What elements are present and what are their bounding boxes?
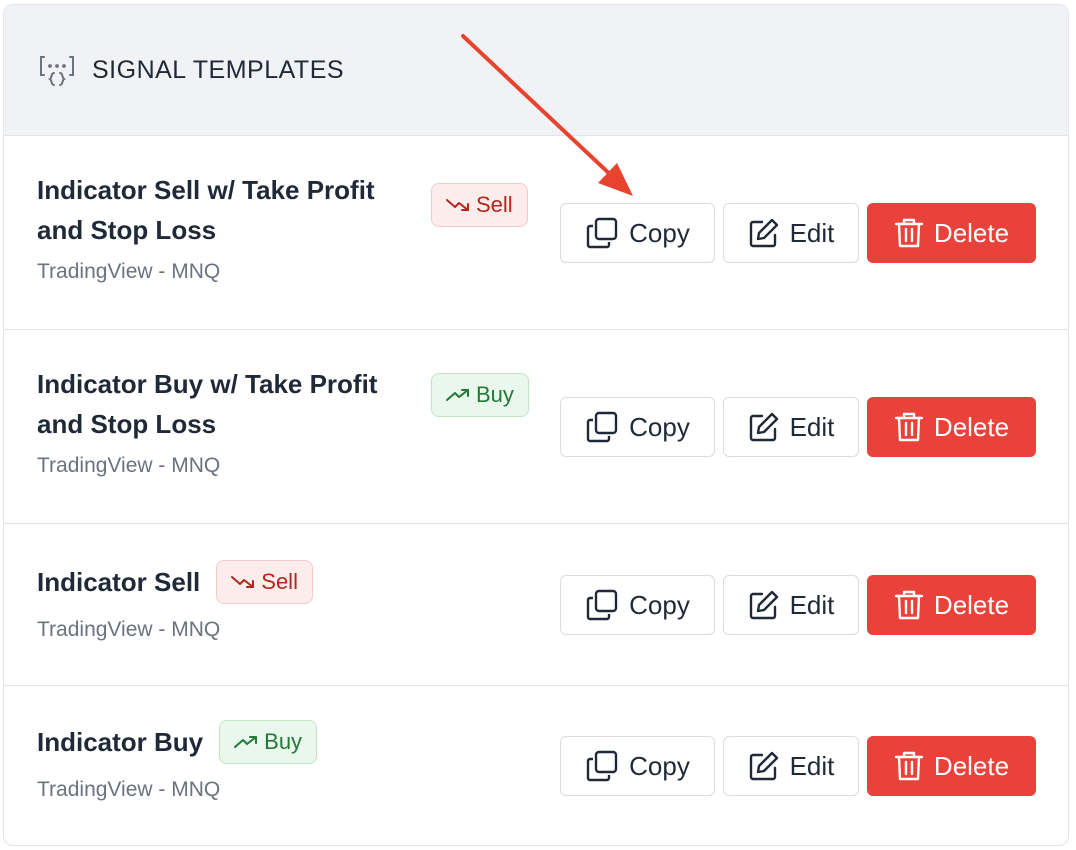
delete-label: Delete <box>933 411 1010 442</box>
edit-label: Edit <box>789 217 835 248</box>
panel-header: SIGNAL TEMPLATES <box>4 5 1068 136</box>
panel-title: SIGNAL TEMPLATES <box>92 55 345 84</box>
copy-label: Copy <box>629 411 690 442</box>
copy-label: Copy <box>629 589 690 620</box>
edit-label: Edit <box>789 750 835 781</box>
template-source: TradingView - MNQ <box>37 778 221 801</box>
sell-badge: Sell <box>431 183 528 227</box>
delete-button[interactable]: Delete <box>867 575 1036 635</box>
edit-label: Edit <box>789 411 835 442</box>
trash-icon <box>894 590 924 620</box>
badge-label: Buy <box>476 382 514 407</box>
edit-label: Edit <box>789 589 835 620</box>
trash-icon <box>894 412 924 442</box>
copy-icon <box>586 750 618 782</box>
buy-badge: Buy <box>431 373 529 417</box>
edit-icon <box>749 218 778 248</box>
copy-label: Copy <box>629 750 690 781</box>
edit-icon <box>749 412 778 442</box>
template-source: TradingView - MNQ <box>37 260 221 283</box>
copy-button[interactable]: Copy <box>560 203 715 263</box>
copy-icon <box>586 411 618 443</box>
edit-button[interactable]: Edit <box>723 736 859 796</box>
template-name: Indicator Buy w/ Take Profit and Stop Lo… <box>37 369 378 439</box>
buy-badge: Buy <box>219 720 318 764</box>
trash-icon <box>894 751 924 781</box>
copy-label: Copy <box>629 217 690 248</box>
trash-icon <box>894 218 924 248</box>
badge-label: Buy <box>264 729 303 754</box>
template-row: Indicator Sell Sell TradingView - MNQ Co… <box>4 524 1068 686</box>
trending-up-icon <box>446 389 469 401</box>
template-row: Indicator Buy w/ Take Profit and Stop Lo… <box>4 330 1068 524</box>
trending-up-icon <box>234 736 258 748</box>
template-source: TradingView - MNQ <box>37 618 221 641</box>
signal-templates-panel: SIGNAL TEMPLATES Indicator Sell w/ Take … <box>3 4 1069 846</box>
template-source: TradingView - MNQ <box>37 454 221 477</box>
variable-braces-icon <box>38 51 76 89</box>
copy-icon <box>586 589 618 621</box>
template-name: Indicator Sell w/ Take Profit and Stop L… <box>37 175 375 245</box>
template-name: Indicator Buy <box>37 727 204 757</box>
edit-icon <box>749 590 778 620</box>
copy-icon <box>586 217 618 249</box>
copy-button[interactable]: Copy <box>560 575 715 635</box>
delete-label: Delete <box>933 217 1010 248</box>
delete-button[interactable]: Delete <box>867 397 1036 457</box>
delete-button[interactable]: Delete <box>867 736 1036 796</box>
copy-button[interactable]: Copy <box>560 736 715 796</box>
sell-badge: Sell <box>216 560 313 604</box>
edit-button[interactable]: Edit <box>723 397 859 457</box>
template-row: Indicator Sell w/ Take Profit and Stop L… <box>4 136 1068 330</box>
template-row: Indicator Buy Buy TradingView - MNQ Copy… <box>4 686 1068 845</box>
edit-button[interactable]: Edit <box>723 203 859 263</box>
badge-label: Sell <box>261 569 298 594</box>
template-name: Indicator Sell <box>37 567 201 597</box>
delete-button[interactable]: Delete <box>867 203 1036 263</box>
trending-down-icon <box>231 576 255 588</box>
badge-label: Sell <box>476 192 513 217</box>
edit-button[interactable]: Edit <box>723 575 859 635</box>
delete-label: Delete <box>933 589 1010 620</box>
trending-down-icon <box>446 199 469 211</box>
copy-button[interactable]: Copy <box>560 397 715 457</box>
edit-icon <box>749 751 778 781</box>
delete-label: Delete <box>933 750 1010 781</box>
